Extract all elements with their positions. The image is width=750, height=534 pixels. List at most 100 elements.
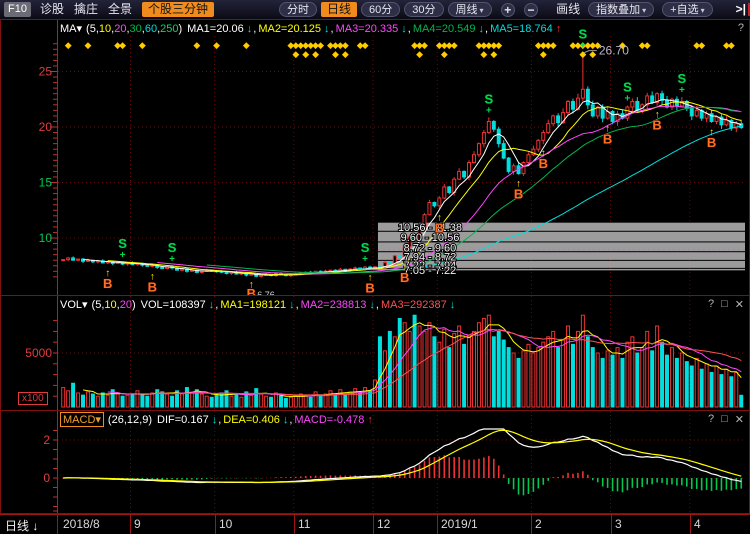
help-icon[interactable]: ? [708, 298, 714, 312]
ma-indicator-header: MA▾(5,10,20,30,60,250)MA1=20.06↓,MA2=20.… [60, 21, 562, 36]
comma: , [408, 23, 411, 35]
f10-button[interactable]: F10 [4, 2, 31, 17]
period-tab-60分[interactable]: 60分 [361, 2, 400, 17]
month-separator-line [373, 515, 374, 534]
comma: , [215, 299, 218, 311]
indicator-value: MA2=20.125 [258, 23, 321, 35]
macd-indicator-button[interactable]: MACD▾ [60, 412, 104, 427]
separator-toolbar [0, 19, 750, 20]
svg-text:◆: ◆ [193, 40, 200, 50]
maximize-icon[interactable]: □ [721, 298, 728, 312]
sell-marker: S [168, 240, 177, 255]
sell-marker: S [485, 91, 494, 106]
svg-text:+: + [169, 254, 175, 265]
help-icon[interactable]: ? [738, 22, 744, 36]
date-label-10: 10 [219, 517, 232, 531]
svg-text:+: + [362, 254, 368, 265]
svg-text:◆: ◆ [213, 40, 220, 50]
svg-text:+: + [580, 41, 586, 52]
volume-chart-canvas[interactable]: 5000 [0, 296, 750, 410]
help-icon[interactable]: ? [708, 413, 714, 427]
stock-tab-全景[interactable]: 全景 [108, 2, 132, 17]
close-icon[interactable]: ✕ [735, 413, 744, 427]
svg-text:◆: ◆ [416, 49, 423, 59]
svg-text:◆: ◆ [728, 40, 735, 50]
sell-marker: S [579, 27, 588, 42]
month-separator-line [690, 515, 691, 534]
indicator-value: DIF=0.167 [157, 414, 209, 426]
param-value: 9 [142, 414, 148, 426]
sell-marker: S [118, 236, 127, 251]
chevron-down-icon: ▾ [701, 6, 705, 15]
vol-indicator-button[interactable]: VOL▾ [60, 298, 88, 311]
indicator-value: MA3=20.335 [336, 23, 399, 35]
macd-lines [63, 429, 741, 483]
price-chart-canvas[interactable]: 2520151010.56 - 11.389.60 - 10.568.72 - … [0, 20, 750, 295]
svg-text:◆: ◆ [332, 49, 339, 59]
indicator-value: DEA=0.406 [223, 414, 280, 426]
stock-tab-个股三分钟[interactable]: 个股三分钟 [142, 2, 214, 17]
stock-tab-擒庄[interactable]: 擒庄 [74, 2, 98, 17]
month-separator-line [437, 515, 438, 534]
volume-panel-window-icons: ? □ ✕ [708, 298, 744, 312]
indicator-value: MA2=238813 [301, 299, 367, 311]
stock-tab-诊股[interactable]: 诊股 [40, 2, 64, 17]
down-arrow-icon: ↓ [247, 23, 253, 35]
date-label-2: 2 [535, 517, 542, 531]
zoom-out-button[interactable]: − [524, 3, 538, 17]
period-tab-日线[interactable]: 日线 [321, 2, 357, 17]
comma: , [296, 299, 299, 311]
period-tab-group: 分时日线 60分 30分周线▾ [279, 2, 492, 17]
svg-text:◆: ◆ [698, 40, 705, 50]
buy-marker: B [603, 132, 612, 147]
signal-diamond-icons: ◆◆◆◆◆◆◆◆◆◆◆◆◆◆◆◆◆◆◆◆◆◆◆◆◆◆◆◆◆◆◆◆◆◆◆◆◆◆◆◆… [65, 40, 735, 59]
down-arrow-icon: ↓ [212, 414, 218, 426]
volume-indicator-header: VOL▾(5,10,20)VOL=108397↓,MA1=198121↓,MA2… [60, 297, 456, 312]
svg-text:◆: ◆ [342, 49, 349, 59]
down-arrow-icon: ↓ [324, 23, 330, 35]
close-icon[interactable]: ✕ [735, 298, 744, 312]
buy-marker: B [103, 276, 112, 291]
indicator-params: (5,10,20) [92, 299, 136, 311]
stock-chart-window: F10 诊股擒庄全景个股三分钟 分时日线 60分 30分周线▾ + − 画线指数叠加… [0, 0, 750, 534]
price-axis: 25201510 [39, 20, 58, 295]
sell-marker: S [623, 80, 632, 95]
toolbar-button-画线[interactable]: 画线 [556, 2, 580, 17]
indicator-value: MA1=198121 [220, 299, 286, 311]
zoom-in-button[interactable]: + [501, 3, 515, 17]
date-label-4: 4 [694, 517, 701, 531]
collapse-panel-icon[interactable]: >| [736, 2, 746, 17]
toolbar-button-+自选[interactable]: +自选▾ [662, 2, 712, 17]
sell-marker: S [678, 71, 687, 86]
indicator-value: MACD=-0.478 [294, 414, 364, 426]
top-toolbar: F10 诊股擒庄全景个股三分钟 分时日线 60分 30分周线▾ + − 画线指数叠加… [0, 0, 750, 19]
period-tab-30分[interactable]: 30分 [404, 2, 443, 17]
period-tab-分时[interactable]: 分时 [279, 2, 317, 17]
down-arrow-icon: ↓ [401, 23, 407, 35]
svg-text:◆: ◆ [550, 40, 557, 50]
indicator-value: MA3=292387 [381, 299, 447, 311]
macd-indicator-header: MACD▾(26,12,9)DIF=0.167↓,DEA=0.406↓,MACD… [60, 412, 374, 427]
svg-text:10: 10 [39, 231, 53, 245]
param-value: 30 [130, 23, 142, 35]
period-mode-label[interactable]: 日线 ↓ [5, 517, 38, 534]
indicator-params: (5,10,20,30,60,250) [86, 23, 182, 35]
svg-text:20: 20 [39, 120, 53, 134]
indicator-value: MA1=20.06 [187, 23, 244, 35]
svg-text:◆: ◆ [84, 40, 91, 50]
date-label-2019/1: 2019/1 [441, 517, 478, 531]
month-separator-line [294, 515, 295, 534]
ma-indicator-button[interactable]: MA▾ [60, 22, 82, 35]
comma: , [331, 23, 334, 35]
toolbar-button-指数叠加[interactable]: 指数叠加▾ [588, 2, 654, 17]
svg-text:◆: ◆ [644, 40, 651, 50]
indicator-value: VOL=108397 [141, 299, 206, 311]
maximize-icon[interactable]: □ [721, 413, 728, 427]
comma: , [376, 299, 379, 311]
period-tab-周线[interactable]: 周线▾ [448, 2, 492, 17]
param-value: 26 [112, 414, 124, 426]
mode-down-arrow-icon: ↓ [32, 519, 38, 533]
svg-text:◆: ◆ [302, 49, 309, 59]
macd-panel-window-icons: ? □ ✕ [708, 413, 744, 427]
svg-text:◆: ◆ [312, 49, 319, 59]
